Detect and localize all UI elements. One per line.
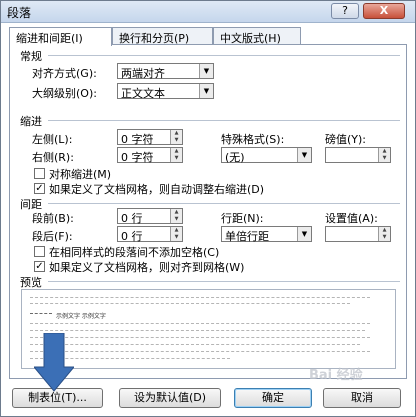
tab-line-page-breaks[interactable]: 换行和分页(P) (112, 27, 213, 45)
space-after-value: 0 行 (121, 230, 143, 243)
line-spacing-label: 行距(N): (221, 212, 264, 225)
spacing-at-stepper[interactable]: ▲ ▼ (325, 226, 391, 242)
stepper-arrows-icon[interactable]: ▲ ▼ (170, 130, 182, 144)
mirror-indents-label[interactable]: 对称缩进(M) (49, 166, 111, 182)
outline-level-label: 大纲级别(O): (32, 87, 97, 100)
general-divider (48, 55, 400, 56)
space-before-value: 0 行 (121, 212, 143, 225)
preview-line (30, 313, 52, 314)
tab-panel: 常规 对齐方式(G): 两端对齐 ▼ 大纲级别(O): 正文文本 ▼ 缩进 左侧… (9, 44, 407, 379)
chevron-down-icon: ▼ (297, 227, 311, 241)
paragraph-dialog: 段落 ? X 缩进和间距(I) 换行和分页(P) 中文版式(H) 常规 对齐方式… (0, 0, 416, 417)
spacing-at-label: 设置值(A): (325, 212, 378, 225)
spacing-divider (48, 203, 400, 204)
right-indent-label: 右侧(R): (32, 151, 74, 164)
title-bar: 段落 ? X (1, 1, 415, 23)
special-indent-label: 特殊格式(S): (221, 133, 285, 146)
special-indent-select[interactable]: (无) ▼ (221, 147, 312, 164)
paragraph-preview: 示例文字 示例文字 (21, 289, 396, 369)
preview-line (30, 330, 365, 331)
indent-by-label: 磅值(Y): (325, 133, 367, 146)
ok-button[interactable]: 确定 (234, 388, 312, 408)
indent-section-label: 缩进 (20, 115, 42, 128)
tab-indents-spacing[interactable]: 缩进和间距(I) (9, 27, 112, 46)
watermark: Bai 经验 (309, 368, 363, 383)
dialog-title: 段落 (7, 6, 32, 20)
auto-adjust-label[interactable]: 如果定义了文档网格，则自动调整右缩进(D) (49, 181, 264, 197)
preview-line (30, 303, 350, 304)
tab-asian-typography[interactable]: 中文版式(H) (213, 27, 301, 45)
left-indent-label: 左侧(L): (32, 133, 73, 146)
right-indent-value: 0 字符 (121, 151, 154, 164)
indent-by-stepper[interactable]: ▲ ▼ (325, 147, 391, 163)
alignment-value: 两端对齐 (121, 67, 165, 80)
preview-line (30, 344, 360, 345)
annotation-arrow-icon (34, 333, 74, 392)
no-space-same-style-checkbox[interactable] (34, 246, 45, 257)
set-default-button[interactable]: 设为默认值(D) (119, 388, 221, 408)
snap-to-grid-checkbox[interactable]: ✓ (34, 261, 45, 272)
space-after-label: 段后(F): (32, 230, 73, 243)
stepper-arrows-icon[interactable]: ▲ ▼ (378, 227, 390, 241)
snap-to-grid-label[interactable]: 如果定义了文档网格，则对齐到网格(W) (49, 259, 244, 275)
chevron-down-icon: ▼ (297, 148, 311, 162)
outline-level-value: 正文文本 (121, 87, 165, 100)
preview-divider (48, 281, 400, 282)
preview-line (30, 337, 370, 338)
alignment-label: 对齐方式(G): (32, 67, 97, 80)
left-indent-stepper[interactable]: 0 字符 ▲ ▼ (117, 129, 183, 146)
preview-line (30, 323, 370, 324)
stepper-arrows-icon[interactable]: ▲ ▼ (170, 148, 182, 162)
stepper-arrows-icon[interactable]: ▲ ▼ (170, 227, 182, 241)
help-button[interactable]: ? (331, 3, 359, 19)
right-indent-stepper[interactable]: 0 字符 ▲ ▼ (117, 147, 183, 164)
line-spacing-select[interactable]: 单倍行距 ▼ (221, 226, 312, 243)
special-indent-value: (无) (225, 151, 245, 164)
left-indent-value: 0 字符 (121, 133, 154, 146)
preview-line (30, 297, 370, 298)
auto-adjust-checkbox[interactable]: ✓ (34, 183, 45, 194)
no-space-same-style-label[interactable]: 在相同样式的段落间不添加空格(C) (49, 244, 219, 260)
cancel-button[interactable]: 取消 (323, 388, 401, 408)
line-spacing-value: 单倍行距 (225, 230, 269, 243)
space-before-stepper[interactable]: 0 行 ▲ ▼ (117, 208, 183, 225)
preview-section-label: 预览 (20, 276, 42, 289)
preview-sample-text: 示例文字 示例文字 (56, 313, 106, 320)
stepper-arrows-icon[interactable]: ▲ ▼ (378, 148, 390, 162)
preview-line (30, 351, 370, 352)
space-after-stepper[interactable]: 0 行 ▲ ▼ (117, 226, 183, 243)
mirror-indents-checkbox[interactable] (34, 168, 45, 179)
outline-level-select[interactable]: 正文文本 ▼ (117, 83, 214, 100)
chevron-down-icon: ▼ (199, 84, 213, 98)
general-section-label: 常规 (20, 50, 42, 63)
stepper-arrows-icon[interactable]: ▲ ▼ (170, 209, 182, 223)
alignment-select[interactable]: 两端对齐 ▼ (117, 63, 214, 80)
chevron-down-icon: ▼ (199, 64, 213, 78)
space-before-label: 段前(B): (32, 212, 74, 225)
indent-divider (48, 120, 400, 121)
close-button[interactable]: X (363, 3, 405, 19)
